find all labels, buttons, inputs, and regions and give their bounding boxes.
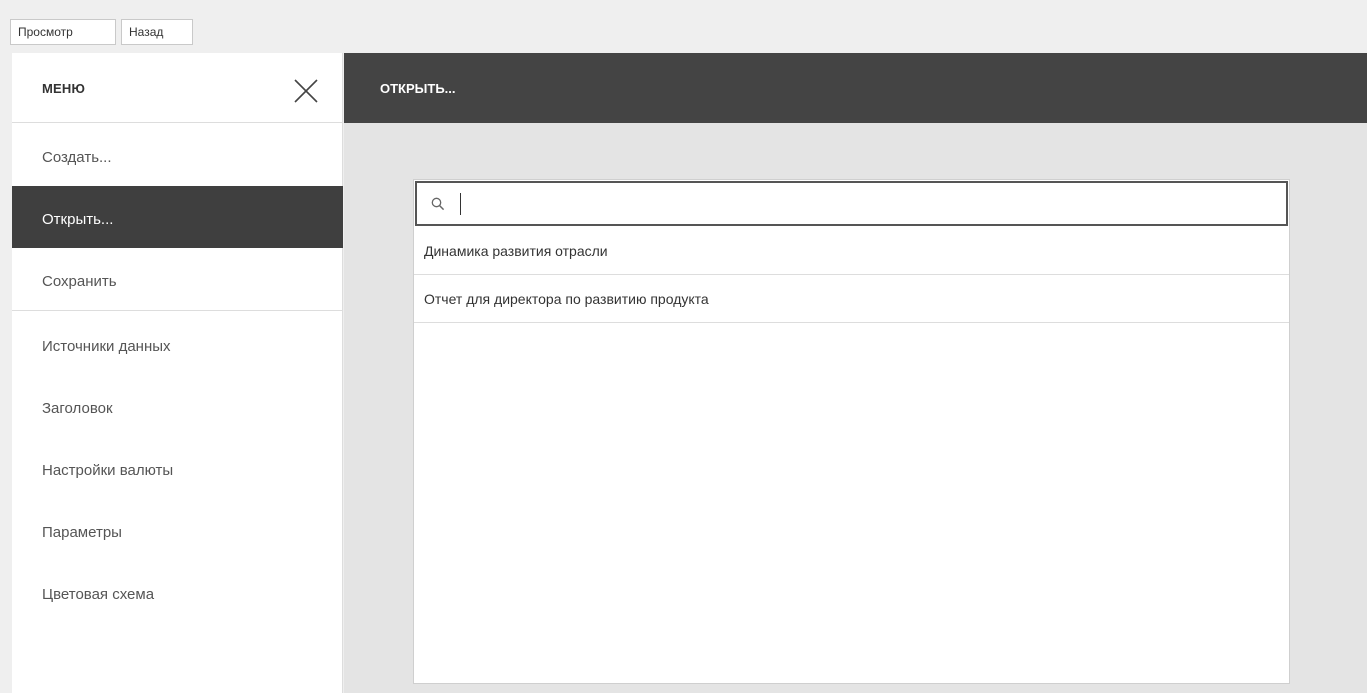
list-item-label: Отчет для директора по развитию продукта: [424, 291, 709, 307]
menu-divider: [12, 310, 343, 311]
sidebar-item-label: Открыть...: [42, 211, 114, 228]
list-item-label: Динамика развития отрасли: [424, 243, 608, 259]
sidebar-header: МЕНЮ: [12, 53, 342, 123]
sidebar-menu: МЕНЮ Создать... Открыть... Сохранить Ист…: [12, 53, 343, 693]
top-toolbar: Просмотр Назад: [0, 0, 1367, 53]
preview-button[interactable]: Просмотр: [10, 19, 116, 45]
main-content: ОТКРЫТЬ... Динамика развития отрасли Отч…: [344, 53, 1367, 693]
sidebar-item-label: Цветовая схема: [42, 586, 155, 603]
sidebar-item-label: Параметры: [42, 524, 122, 541]
sidebar-item-label: Сохранить: [42, 273, 117, 290]
back-button[interactable]: Назад: [121, 19, 193, 45]
content-header: ОТКРЫТЬ...: [344, 53, 1367, 123]
text-caret: [460, 193, 461, 215]
search-icon: [431, 197, 445, 211]
sidebar-item-data-sources[interactable]: Источники данных: [12, 313, 343, 375]
sidebar-item-open[interactable]: Открыть...: [12, 186, 343, 248]
sidebar-item-label: Создать...: [42, 149, 112, 166]
close-icon[interactable]: [291, 76, 321, 106]
sidebar-item-label: Источники данных: [42, 338, 171, 355]
sidebar-item-label: Заголовок: [42, 400, 113, 417]
page-title: ОТКРЫТЬ...: [380, 81, 456, 96]
list-item[interactable]: Отчет для директора по развитию продукта: [414, 276, 1289, 323]
search-input[interactable]: [457, 191, 1277, 217]
search-box[interactable]: [415, 181, 1288, 226]
list-item[interactable]: Динамика развития отрасли: [414, 228, 1289, 275]
sidebar-item-color-scheme[interactable]: Цветовая схема: [12, 561, 343, 623]
sidebar-item-label: Настройки валюты: [42, 462, 174, 479]
sidebar-item-parameters[interactable]: Параметры: [12, 499, 343, 561]
sidebar-item-heading[interactable]: Заголовок: [12, 375, 343, 437]
open-report-panel: Динамика развития отрасли Отчет для дире…: [413, 179, 1290, 684]
sidebar-item-save[interactable]: Сохранить: [12, 248, 343, 310]
sidebar-item-create[interactable]: Создать...: [12, 124, 343, 186]
sidebar-title: МЕНЮ: [42, 81, 86, 96]
sidebar-item-currency[interactable]: Настройки валюты: [12, 437, 343, 499]
